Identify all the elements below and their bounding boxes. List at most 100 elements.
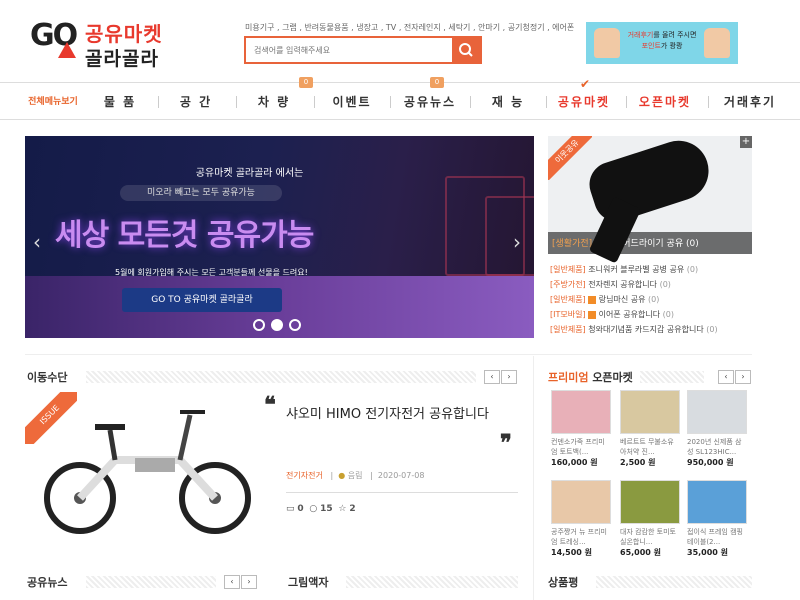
section-title-mobility: 이동수단	[27, 371, 68, 384]
review-point-banner[interactable]: 거래후기를 올려 주시면 포인트가 쾅쾅	[586, 22, 738, 64]
section-title-pattern	[640, 371, 704, 383]
product-title: 대자 캄캄한 토미토 실온합니...	[620, 528, 676, 546]
product-price: 950,000 원	[687, 458, 734, 467]
section-title-reviews: 상품평	[548, 576, 579, 589]
title-rest: 오픈마켓	[588, 371, 633, 384]
search-icon	[459, 43, 473, 57]
checkmark-icon: ✔	[580, 77, 591, 91]
section-divider	[25, 354, 752, 355]
nav-item-label: 차 량	[257, 95, 291, 109]
popular-keywords[interactable]: 미용기구 , 그랩 , 반려동물용품 , 냉장고 , TV , 전자레인지 , …	[245, 22, 574, 33]
product-image	[620, 390, 680, 434]
item-category: [일반제품]	[550, 295, 586, 304]
product-image	[687, 480, 747, 524]
nav-item-talent[interactable]: 재 능	[478, 83, 538, 121]
mobility-next-button[interactable]: ›	[501, 370, 517, 384]
article-date: 2020-07-08	[377, 471, 425, 480]
premium-next-button[interactable]: ›	[735, 370, 751, 384]
nav-item-event[interactable]: 이벤트	[322, 83, 382, 121]
main-slider[interactable]: 공유마켓 골라골라 에서는 미오라 빼고는 모두 공유가능 세상 모든것 공유가…	[25, 136, 534, 338]
item-count: (0)	[662, 310, 674, 319]
slider-go-button[interactable]: GO TO 공유마켓 골라골라	[122, 288, 282, 312]
image-attached-icon	[588, 295, 597, 304]
product-card[interactable]: 접이식 프레임 캠핑테이블(2... 35,000 원	[687, 480, 747, 558]
nav-item-share-news[interactable]: 공유뉴스 0	[398, 77, 462, 121]
nav-divider	[158, 96, 159, 108]
item-category: [주방가전]	[550, 280, 586, 289]
news-next-button[interactable]: ›	[241, 575, 257, 589]
slider-dot[interactable]	[289, 319, 301, 331]
article-author[interactable]: 음림	[348, 471, 363, 480]
slider-next-arrow[interactable]: ›	[513, 230, 521, 254]
premium-prev-button[interactable]: ‹	[718, 370, 734, 384]
mobility-prev-button[interactable]: ‹	[484, 370, 500, 384]
item-category: [일반제품]	[550, 325, 586, 334]
slider-dot-active[interactable]	[271, 319, 283, 331]
nav-item-vehicle[interactable]: 차 량 0	[244, 77, 313, 121]
article-meta: 전기자전거 | ● 음림 | 2020-07-08	[286, 471, 425, 480]
product-card[interactable]: 공주쨩거 뉴 프리미엄 트레싱... 14,500 원	[551, 480, 611, 558]
product-card[interactable]: 2020년 신제품 삼성 SL123HIC... 950,000 원	[687, 390, 747, 468]
item-title: 청와대기념품 카드지갑 공유합니다	[588, 325, 704, 334]
more-plus-button[interactable]: +	[740, 136, 752, 148]
slider-promo-text: 5월에 회원가입해 주시는 모든 고객분들께 선물을 드려요!	[115, 268, 308, 277]
slider-dot[interactable]	[253, 319, 265, 331]
nav-all-menu[interactable]: 전체메뉴보기	[24, 83, 82, 121]
item-count: (0)	[686, 265, 699, 274]
star-icon: ☆	[338, 504, 347, 514]
article-category[interactable]: 전기자전거	[286, 471, 323, 480]
nav-divider	[626, 96, 627, 108]
nav-divider	[708, 96, 709, 108]
view-icon: ○	[309, 504, 318, 514]
nav-divider	[314, 96, 315, 108]
list-item[interactable]: [일반제품] 청와대기념품 카드지갑 공유합니다 (0)	[550, 322, 750, 337]
list-item[interactable]: [일반제품] 랑님마신 공유 (0)	[550, 292, 750, 307]
banner-text-part: 가 쾅쾅	[660, 42, 683, 50]
nav-divider	[390, 96, 391, 108]
title-highlight: 프리미엄	[548, 371, 589, 384]
section-title-share-news: 공유뉴스	[27, 576, 68, 589]
article-title[interactable]: 샤오미 HIMO 전기자전거 공유합니다	[286, 404, 516, 426]
product-title: 접이식 프레임 캠핑테이블(2...	[687, 528, 743, 546]
nav-item-open-market[interactable]: 오픈마켓	[632, 83, 698, 121]
nav-badge: 0	[299, 77, 313, 88]
quote-open-icon: ❝	[264, 392, 276, 418]
product-image	[620, 480, 680, 524]
article-divider	[286, 492, 518, 493]
featured-category: [생활가전]	[552, 239, 593, 249]
item-count: (0)	[706, 325, 718, 334]
slider-prev-arrow[interactable]: ‹	[33, 230, 41, 254]
product-title: 베르트트 무불소유아처약 진...	[620, 438, 674, 456]
list-item[interactable]: [주방가전] 전자렌지 공유합니다 (0)	[550, 277, 750, 292]
item-title: 전자렌지 공유합니다	[588, 280, 658, 289]
site-logo[interactable]: GO 공유마켓 골라골라	[30, 14, 190, 70]
comment-count: 0	[297, 504, 304, 514]
product-card[interactable]: 대자 캄캄한 토미토 실온합니... 65,000 원	[620, 480, 680, 558]
nav-divider	[236, 96, 237, 108]
item-count: (0)	[659, 280, 671, 289]
issue-ribbon: ISSUE	[25, 392, 77, 444]
search-input[interactable]	[246, 38, 451, 63]
news-prev-button[interactable]: ‹	[224, 575, 240, 589]
list-item[interactable]: [IT모바일] 이어폰 공유합니다 (0)	[550, 307, 750, 322]
product-price: 14,500 원	[551, 548, 593, 557]
logo-triangle-icon	[58, 42, 76, 58]
nav-item-goods[interactable]: 물 품	[90, 83, 150, 121]
item-category: [일반제품]	[550, 265, 586, 274]
nav-divider	[470, 96, 471, 108]
nav-item-reviews[interactable]: 거래후기	[716, 83, 784, 121]
nav-item-space[interactable]: 공 간	[166, 83, 226, 121]
logo-title-line2: 골라골라	[85, 48, 159, 70]
column-divider	[533, 356, 534, 600]
nav-item-label: 공유뉴스	[403, 95, 457, 109]
section-title-pattern	[346, 576, 518, 588]
product-price: 35,000 원	[687, 548, 729, 557]
list-item[interactable]: [일반제품] 조니워커 블루라벨 공병 공유 (0)	[550, 262, 750, 277]
product-card[interactable]: 베르트트 무불소유아처약 진... 2,500 원	[620, 390, 680, 468]
issue-label: ISSUE	[25, 392, 77, 444]
product-card[interactable]: 컨덴소가죽 프리미엄 토트백(... 160,000 원	[551, 390, 611, 468]
neighbor-share-ribbon: 이웃공유	[548, 136, 592, 180]
product-image	[551, 480, 611, 524]
search-button[interactable]	[452, 38, 480, 62]
slider-headline: 세상 모든것 공유가능	[55, 218, 314, 253]
